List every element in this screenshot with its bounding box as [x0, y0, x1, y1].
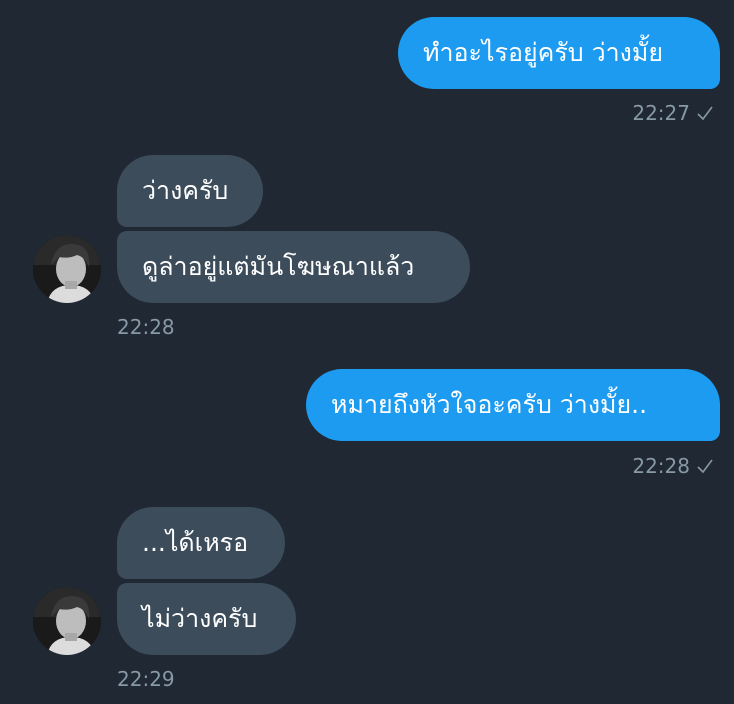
message-time: 22:27	[632, 101, 690, 125]
message-meta: 22:27	[632, 101, 714, 125]
outgoing-message-bubble[interactable]: ทำอะไรอยู่ครับ ว่างมั้ย	[398, 17, 720, 89]
message-text: หมายถึงหัวใจอะครับ ว่างมั้ย..	[331, 390, 648, 419]
avatar[interactable]	[33, 587, 101, 655]
message-text: ไม่ว่างครับ	[142, 604, 258, 633]
incoming-message-bubble[interactable]: ว่างครับ	[117, 155, 263, 227]
message-time: 22:28	[117, 315, 175, 339]
message-text: ว่างครับ	[142, 176, 229, 205]
user-avatar-icon	[33, 587, 101, 655]
checkmark-icon	[697, 106, 713, 121]
avatar[interactable]	[33, 235, 101, 303]
message-text: ทำอะไรอยู่ครับ ว่างมั้ย	[423, 38, 664, 67]
message-time: 22:28	[632, 454, 690, 478]
message-meta: 22:28	[632, 454, 714, 478]
user-avatar-icon	[33, 235, 101, 303]
incoming-message-bubble[interactable]: ดูล่าอยู่แต่มันโฆษณาแล้ว	[117, 231, 470, 303]
incoming-message-bubble[interactable]: ไม่ว่างครับ	[117, 583, 296, 655]
message-text: ดูล่าอยู่แต่มันโฆษณาแล้ว	[142, 252, 415, 281]
message-text: ...ได้เหรอ	[142, 528, 249, 557]
message-meta: 22:28	[117, 315, 175, 339]
message-time: 22:29	[117, 667, 175, 691]
outgoing-message-bubble[interactable]: หมายถึงหัวใจอะครับ ว่างมั้ย..	[306, 369, 720, 441]
message-meta: 22:29	[117, 667, 175, 691]
incoming-message-bubble[interactable]: ...ได้เหรอ	[117, 507, 285, 579]
checkmark-icon	[697, 459, 713, 474]
